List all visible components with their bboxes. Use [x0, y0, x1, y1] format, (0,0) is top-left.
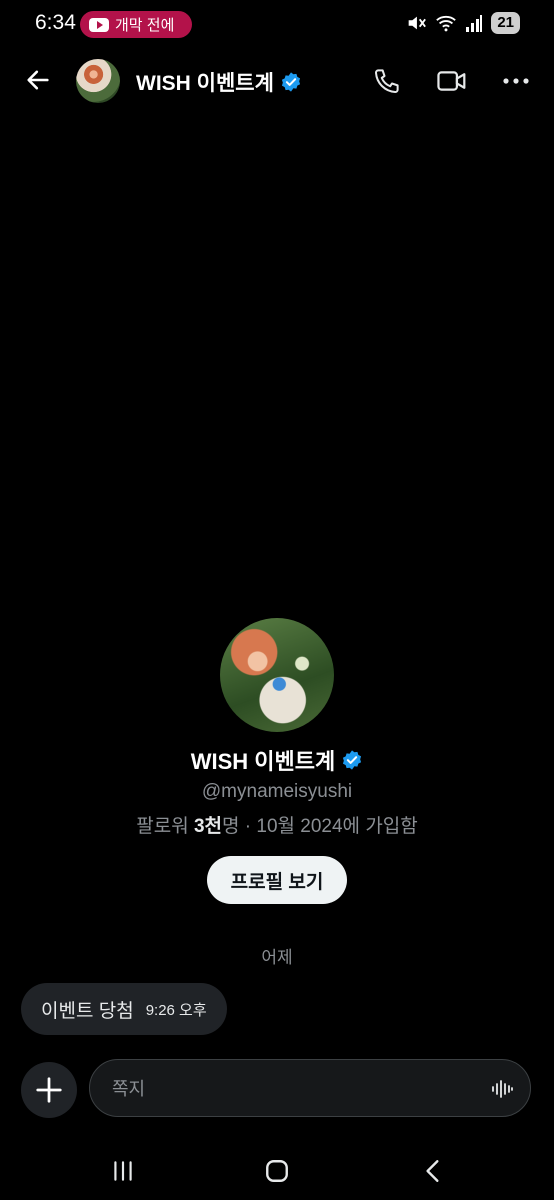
more-icon[interactable]: [502, 66, 530, 96]
date-separator: 어제: [261, 948, 293, 967]
status-time: 6:34: [35, 11, 76, 34]
message-text: 이벤트 당첨: [41, 1000, 134, 1022]
message-input[interactable]: [110, 1074, 474, 1104]
home-icon[interactable]: [264, 1158, 290, 1184]
conversation-header: WISH 이벤트계: [0, 50, 554, 114]
followers-count: 3천: [193, 816, 223, 837]
signal-icon: [466, 15, 483, 32]
youtube-pill-text: 개막 전에: [115, 17, 175, 34]
add-attachment-button[interactable]: [21, 1062, 77, 1118]
mute-icon: [408, 16, 427, 30]
profile-meta: 팔로워 3천명 · 10월 2024에 가입함: [0, 811, 554, 838]
header-title-text: WISH 이벤트계: [136, 72, 274, 95]
status-icons: 21: [405, 12, 520, 34]
verified-badge-icon: [343, 750, 362, 770]
profile-handle: @mynameisyushi: [201, 781, 353, 802]
recent-apps-icon[interactable]: [110, 1158, 136, 1184]
plus-icon: [36, 1077, 62, 1103]
profile-name: WISH 이벤트계: [0, 744, 554, 776]
phone-icon[interactable]: [372, 66, 402, 96]
back-arrow-icon[interactable]: [24, 66, 52, 94]
view-profile-button[interactable]: 프로필 보기: [207, 856, 347, 904]
wifi-icon: [436, 15, 457, 32]
youtube-icon: [89, 17, 109, 32]
message-bubble[interactable]: 이벤트 당첨 9:26 오후: [21, 983, 227, 1035]
youtube-live-pill[interactable]: 개막 전에: [80, 11, 192, 38]
message-composer[interactable]: [89, 1059, 531, 1117]
followers-prefix: 팔로워: [136, 816, 194, 837]
status-bar: 6:34 개막 전에 21: [0, 0, 554, 48]
avatar[interactable]: [76, 59, 120, 103]
system-nav-bar: [0, 1140, 554, 1200]
message-time: 9:26 오후: [145, 1001, 207, 1019]
video-icon[interactable]: [436, 66, 468, 96]
profile-name-text: WISH 이벤트계: [190, 749, 336, 774]
followers-suffix: 명 · 10월 2024에 가입함: [222, 816, 418, 837]
battery-indicator: 21: [491, 12, 520, 34]
back-icon[interactable]: [420, 1158, 446, 1184]
verified-badge-icon: [281, 72, 301, 92]
voice-message-icon[interactable]: [490, 1077, 514, 1101]
profile-avatar[interactable]: [220, 618, 334, 732]
header-title[interactable]: WISH 이벤트계: [136, 67, 302, 97]
